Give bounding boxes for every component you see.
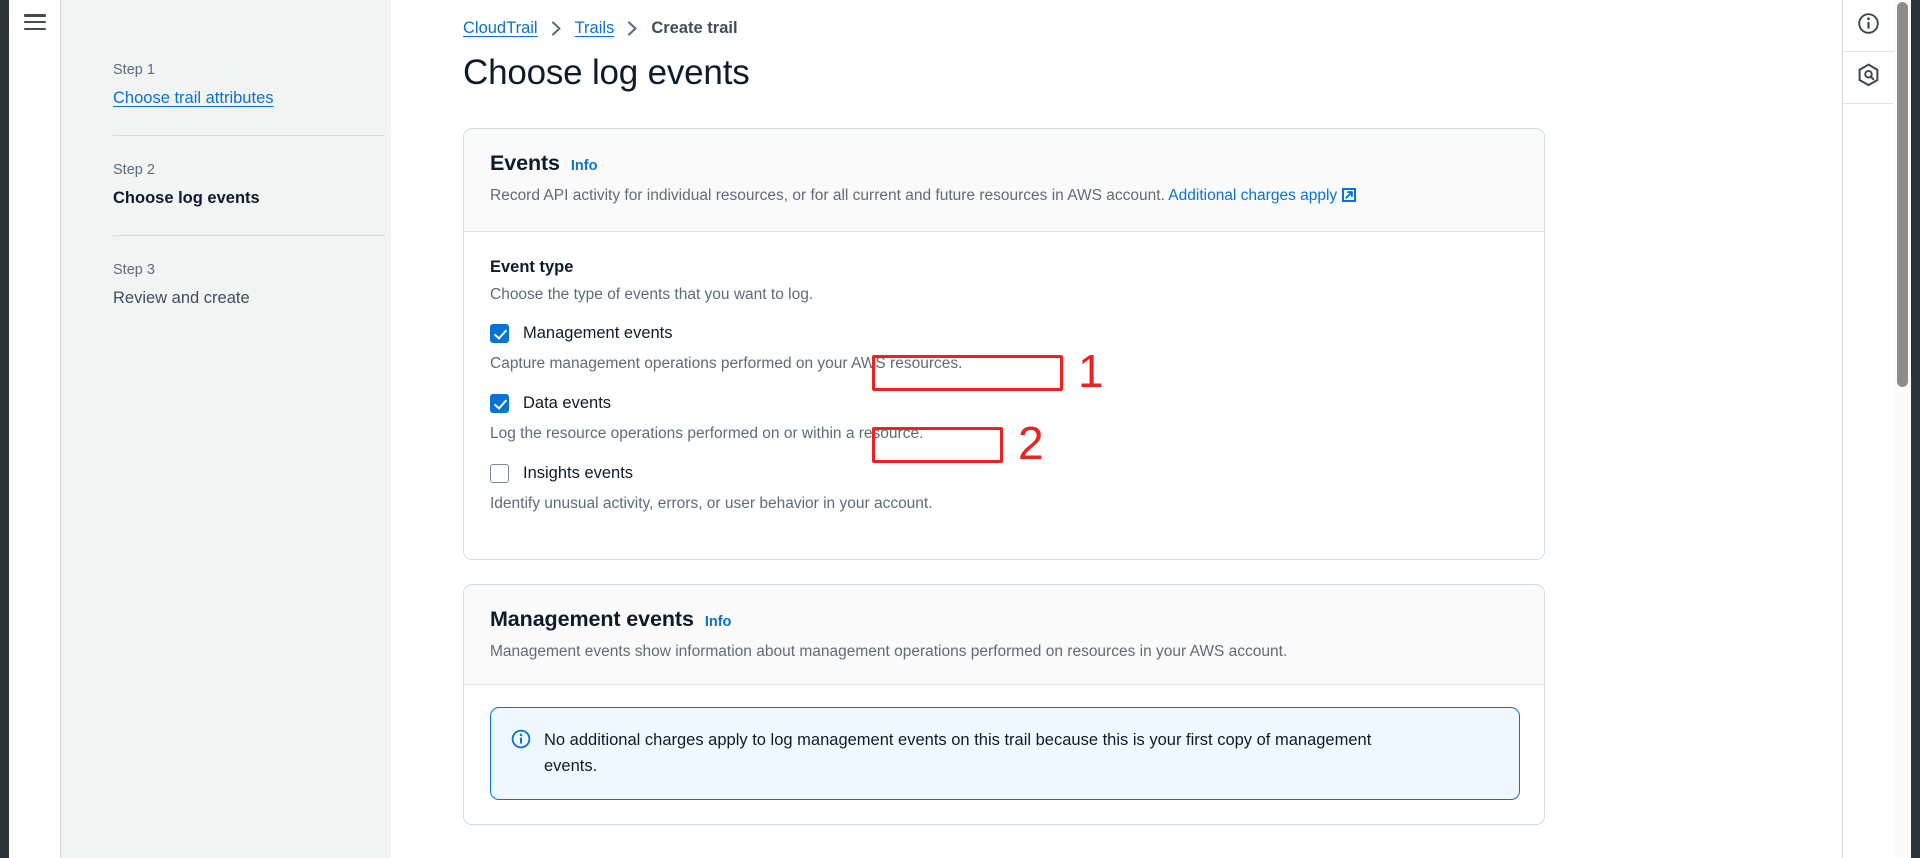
step-2-number: Step 2 <box>113 160 371 180</box>
chevron-right-icon <box>627 21 638 36</box>
checkbox-insights-events[interactable] <box>490 464 509 483</box>
breadcrumb-item-create-trail: Create trail <box>651 19 737 38</box>
events-card-header: Events Info Record API activity for indi… <box>464 129 1544 232</box>
info-circle-icon <box>1857 12 1880 40</box>
wizard-step-1: Step 1 Choose trail attributes <box>113 60 371 109</box>
hamburger-menu-icon[interactable] <box>24 12 46 30</box>
management-events-card: Management events Info Management events… <box>463 584 1545 825</box>
additional-charges-link[interactable]: Additional charges apply <box>1168 187 1337 204</box>
events-card-description: Record API activity for individual resou… <box>490 185 1518 210</box>
main-content: CloudTrail Trails Create trail Choose lo… <box>391 0 1842 858</box>
events-description-text: Record API activity for individual resou… <box>490 187 1168 204</box>
management-events-card-title: Management events <box>490 607 694 632</box>
events-card-body: Event type Choose the type of events tha… <box>464 232 1544 559</box>
step-divider <box>113 235 385 236</box>
scrollbar-thumb[interactable] <box>1897 2 1908 387</box>
events-info-link[interactable]: Info <box>571 158 598 174</box>
checkbox-data-events[interactable] <box>490 394 509 413</box>
browser-left-edge <box>0 0 9 858</box>
hexagon-assistant-icon <box>1857 63 1880 93</box>
management-events-card-header: Management events Info Management events… <box>464 585 1544 684</box>
info-circle-icon <box>511 727 531 779</box>
management-events-info-link[interactable]: Info <box>705 614 732 630</box>
checkbox-row-management-events[interactable]: Management events <box>490 319 1518 347</box>
wizard-steps-sidebar: Step 1 Choose trail attributes Step 2 Ch… <box>61 0 391 858</box>
sidebar-item-choose-log-events[interactable]: Choose log events <box>113 187 371 209</box>
checkbox-label-management-events[interactable]: Management events <box>523 322 673 344</box>
event-type-description: Choose the type of events that you want … <box>490 284 1518 305</box>
events-card: Events Info Record API activity for indi… <box>463 128 1545 560</box>
checkbox-desc-data-events: Log the resource operations performed on… <box>490 423 1518 444</box>
management-events-card-body: No additional charges apply to log manag… <box>464 684 1544 824</box>
management-events-card-description: Management events show information about… <box>490 641 1518 663</box>
step-divider <box>113 135 385 136</box>
wizard-step-3: Step 3 Review and create <box>113 260 371 309</box>
page-scrollbar[interactable] <box>1894 0 1911 858</box>
event-type-label: Event type <box>490 258 1518 277</box>
checkbox-desc-management-events: Capture management operations performed … <box>490 353 1518 374</box>
cloudtrail-create-trail-page: Step 1 Choose trail attributes Step 2 Ch… <box>0 0 1920 858</box>
breadcrumb-item-trails[interactable]: Trails <box>575 19 615 38</box>
checkbox-management-events[interactable] <box>490 324 509 343</box>
wizard-step-2: Step 2 Choose log events <box>113 160 371 209</box>
nav-toggle-column <box>9 0 61 858</box>
no-additional-charges-alert: No additional charges apply to log manag… <box>490 707 1520 800</box>
checkbox-row-data-events[interactable]: Data events <box>490 389 1518 417</box>
breadcrumb-item-cloudtrail[interactable]: CloudTrail <box>463 19 538 38</box>
help-panel-toggle[interactable] <box>1843 0 1895 52</box>
step-3-number: Step 3 <box>113 260 371 280</box>
checkbox-desc-insights-events: Identify unusual activity, errors, or us… <box>490 493 1518 514</box>
chevron-right-icon <box>551 21 562 36</box>
checkbox-label-data-events[interactable]: Data events <box>523 392 611 414</box>
step-1-number: Step 1 <box>113 60 371 80</box>
assistant-toggle[interactable] <box>1843 52 1895 104</box>
breadcrumb: CloudTrail Trails Create trail <box>463 19 738 38</box>
sidebar-item-review-and-create: Review and create <box>113 287 371 309</box>
external-link-icon <box>1341 187 1357 210</box>
page-title: Choose log events <box>463 52 1842 94</box>
alert-message: No additional charges apply to log manag… <box>544 727 1424 779</box>
browser-right-edge <box>1911 0 1920 858</box>
events-card-title: Events <box>490 151 560 176</box>
checkbox-label-insights-events[interactable]: Insights events <box>523 462 633 484</box>
right-icon-rail <box>1842 0 1894 858</box>
checkbox-row-insights-events[interactable]: Insights events <box>490 459 1518 487</box>
sidebar-item-choose-trail-attributes[interactable]: Choose trail attributes <box>113 87 274 109</box>
